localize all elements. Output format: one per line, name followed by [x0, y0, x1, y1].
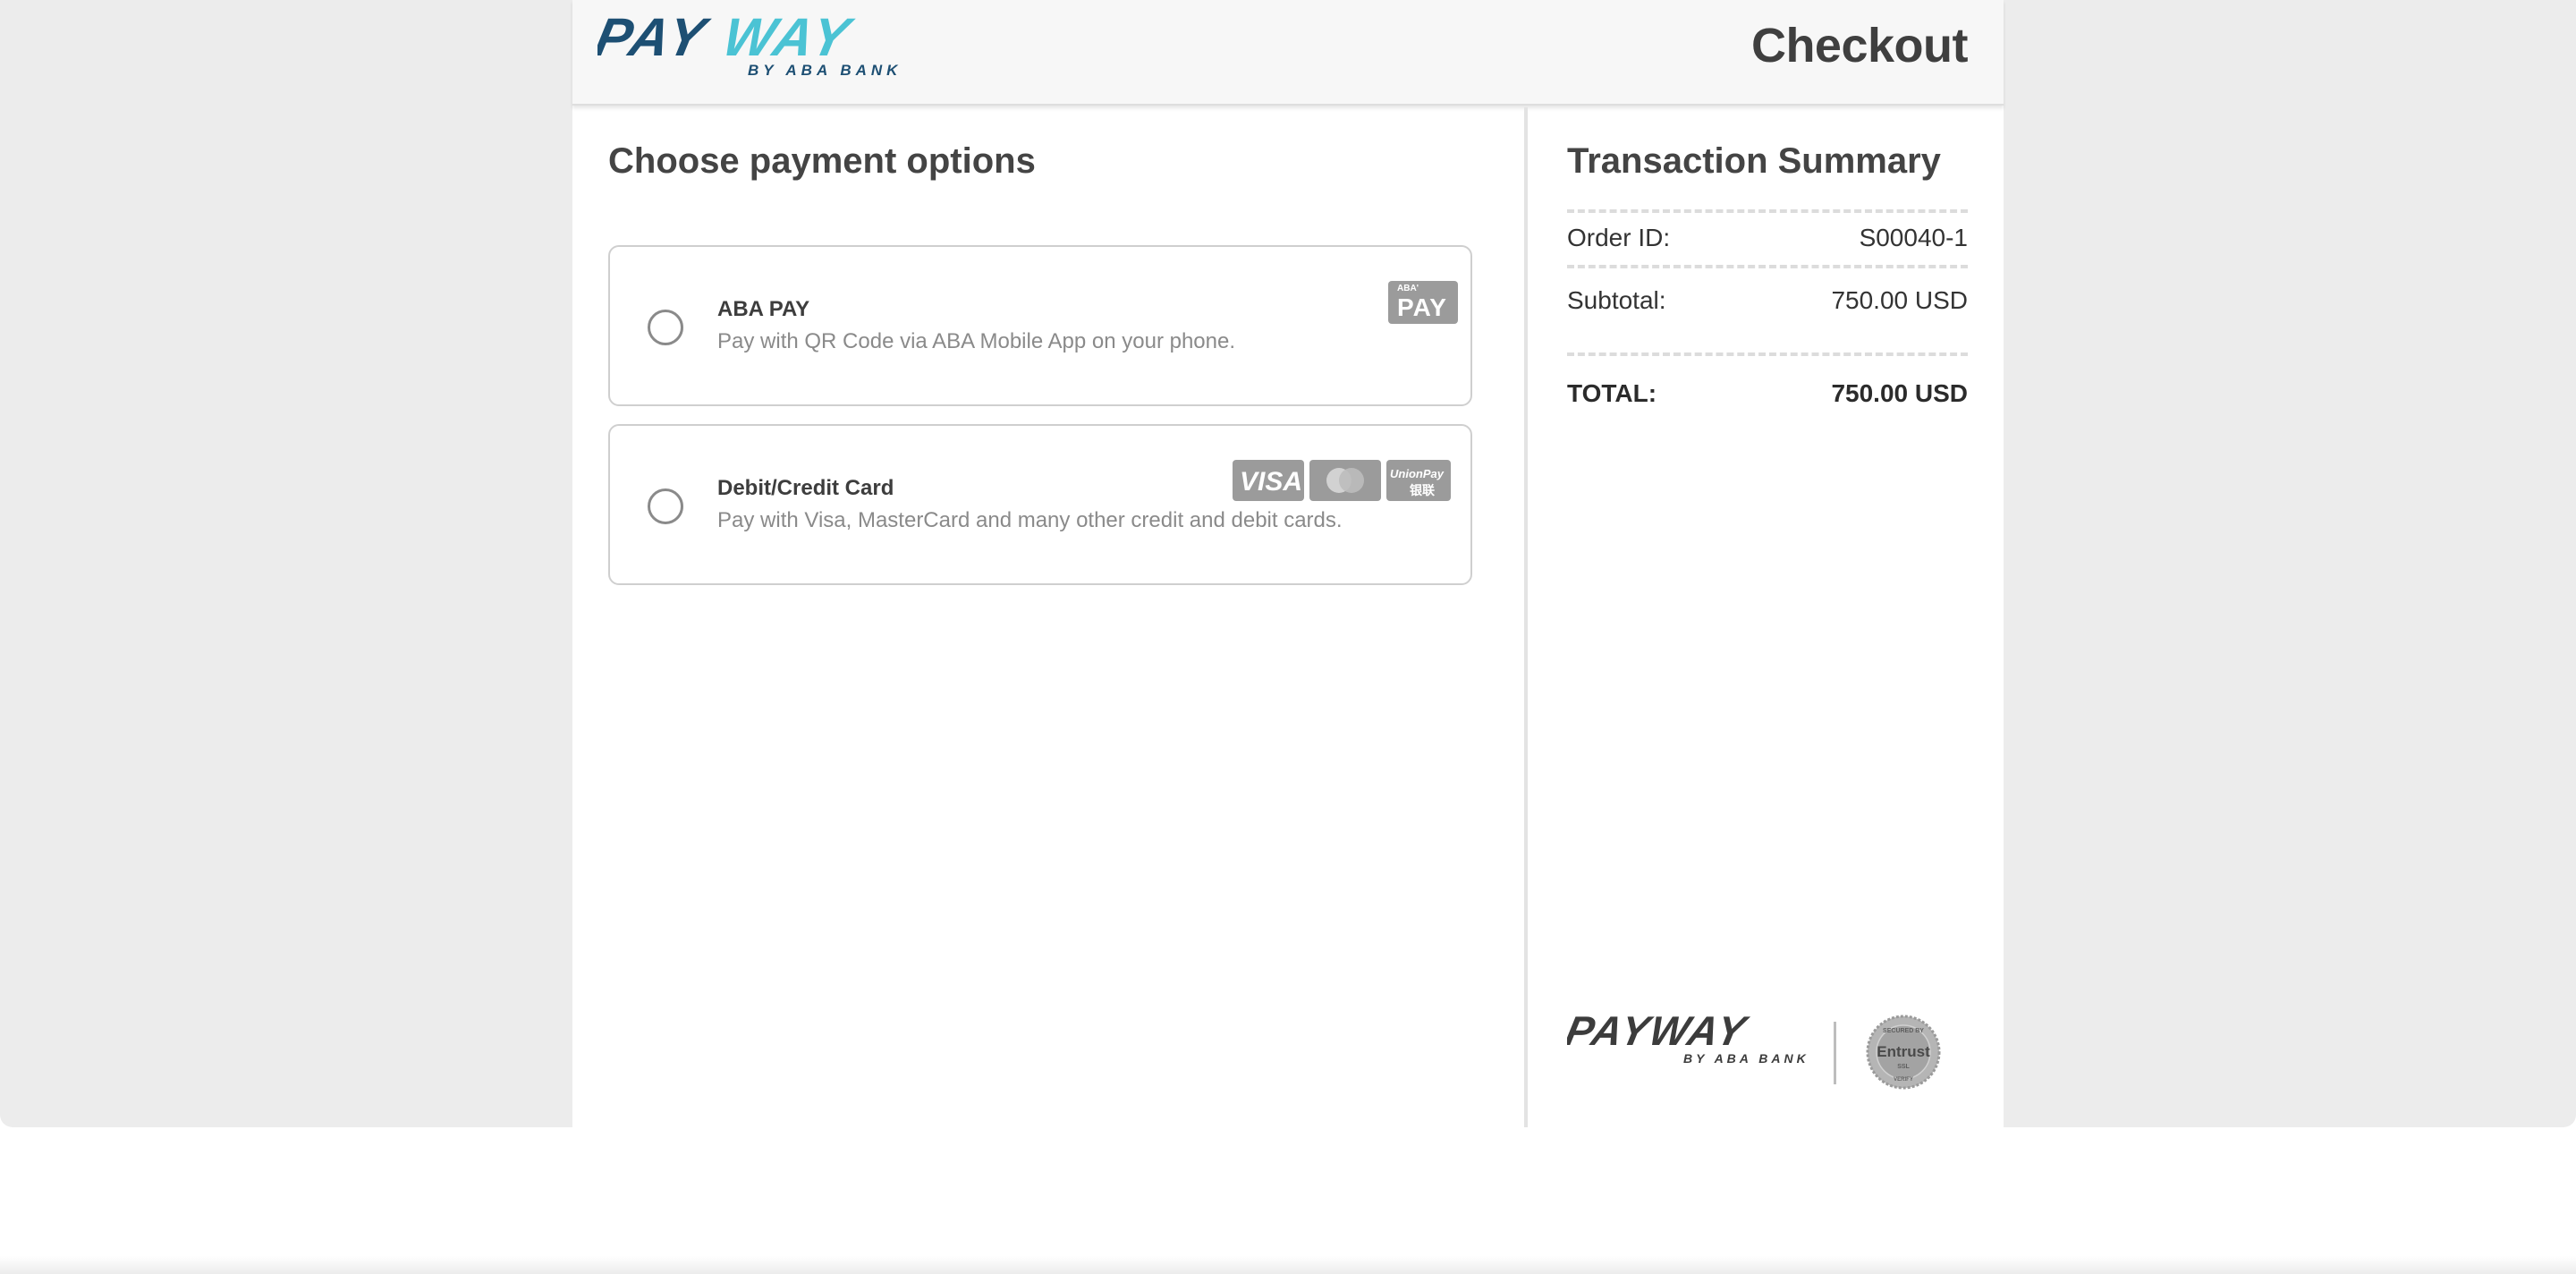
- aba-pay-radio[interactable]: [648, 310, 683, 345]
- footer-logo-main: PAYWAY: [1567, 1011, 1753, 1054]
- payment-option-card[interactable]: Debit/Credit Card Pay with Visa, MasterC…: [608, 424, 1472, 585]
- summary-divider: [1567, 352, 1968, 356]
- payment-option-aba-pay[interactable]: ABA PAY Pay with QR Code via ABA Mobile …: [608, 245, 1472, 406]
- seal-sub-text: SSL: [1897, 1064, 1910, 1070]
- order-id-label: Order ID:: [1567, 224, 1671, 251]
- unionpay-label: UnionPay: [1390, 467, 1444, 480]
- total-value: 750.00 USD: [1831, 379, 1968, 407]
- aba-pay-title: ABA PAY: [717, 297, 810, 321]
- logo-sub: BY ABA BANK: [748, 62, 902, 79]
- seal-main-text: Entrust: [1877, 1043, 1930, 1060]
- entrust-seal-icon: SECURED BY Entrust SSL VERIFY: [1866, 1015, 1941, 1090]
- unionpay-icon: UnionPay 银联: [1386, 460, 1451, 501]
- payway-logo: PAY WAY BY ABA BANK: [597, 14, 902, 79]
- subtotal-label: Subtotal:: [1567, 286, 1666, 314]
- seal-bottom-text: VERIFY: [1894, 1077, 1913, 1083]
- page-title: Checkout: [1750, 19, 1969, 72]
- aba-pay-description: Pay with QR Code via ABA Mobile App on y…: [717, 329, 1236, 353]
- payway-footer-logo: PAYWAY BY ABA BANK: [1562, 1007, 1809, 1066]
- footer-divider: [1834, 1022, 1836, 1084]
- svg-text:PAY WAY: PAY WAY: [597, 14, 860, 67]
- checkout-container: PAY WAY BY ABA BANK Checkout Choose paym…: [572, 0, 2004, 1127]
- aba-pay-badge-small: ABA': [1397, 284, 1419, 293]
- bottom-shade: [0, 1256, 2576, 1274]
- footer-logos: PAYWAY BY ABA BANK SECURED BY Entrust SS…: [1562, 1007, 1941, 1090]
- mastercard-icon: [1309, 460, 1381, 501]
- payment-options-panel: Choose payment options ABA PAY Pay with …: [572, 107, 1528, 1127]
- footer-logo-sub: BY ABA BANK: [1683, 1051, 1809, 1065]
- summary-divider: [1567, 265, 1968, 268]
- transaction-summary-panel: Transaction Summary Order ID: S00040-1 S…: [1531, 107, 2004, 1127]
- header: PAY WAY BY ABA BANK Checkout: [572, 0, 2004, 106]
- order-id-value: S00040-1: [1859, 224, 1968, 251]
- unionpay-chinese-label: 银联: [1410, 483, 1435, 497]
- summary-title: Transaction Summary: [1567, 141, 1941, 181]
- mastercard-circles: [1326, 468, 1364, 493]
- subtotal-value: 750.00 USD: [1831, 286, 1968, 314]
- aba-pay-badge-large: PAY: [1397, 293, 1447, 321]
- summary-divider: [1567, 209, 1968, 213]
- card-description: Pay with Visa, MasterCard and many other…: [717, 508, 1343, 532]
- total-label: TOTAL:: [1567, 379, 1657, 407]
- card-radio[interactable]: [648, 488, 683, 524]
- seal-top-text: SECURED BY: [1883, 1028, 1924, 1034]
- card-title: Debit/Credit Card: [717, 476, 894, 500]
- visa-label: VISA: [1240, 467, 1303, 497]
- aba-pay-badge-icon: ABA' PAY: [1388, 281, 1458, 324]
- visa-icon: VISA: [1233, 460, 1304, 501]
- logo-way-part: WAY: [718, 14, 860, 67]
- logo-pay-part: PAY: [597, 14, 716, 67]
- payment-options-title: Choose payment options: [608, 141, 1036, 181]
